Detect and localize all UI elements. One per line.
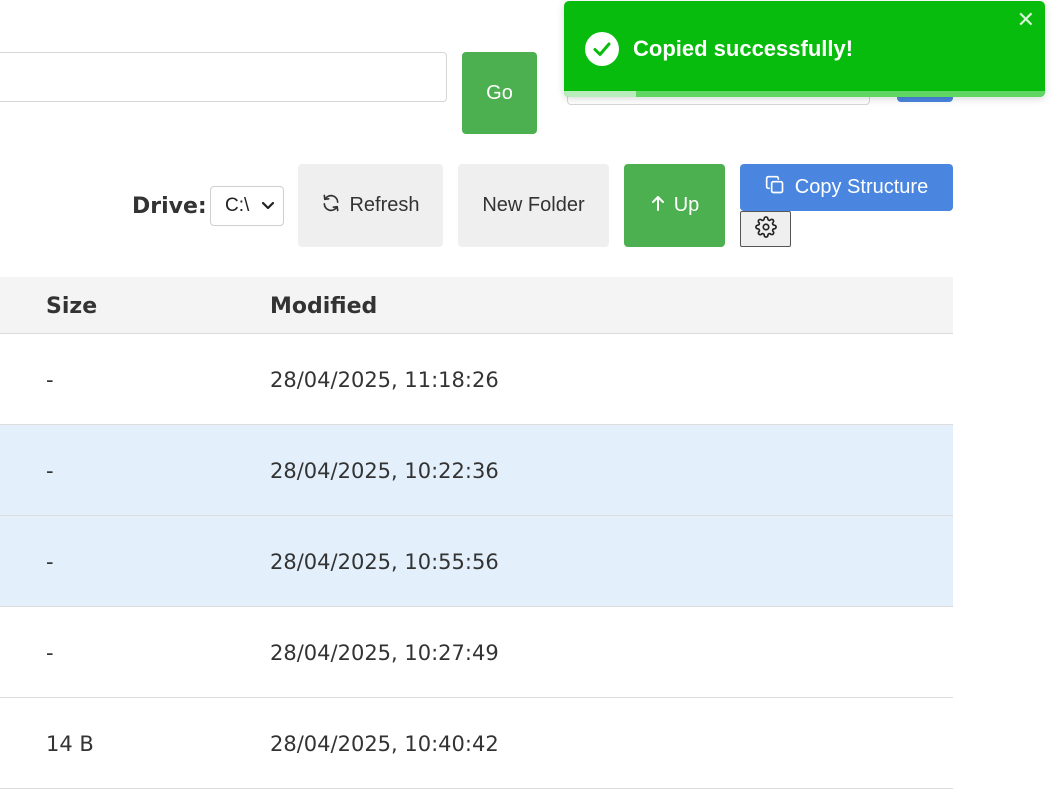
table-header: Size Modified [0,277,953,334]
copy-icon [765,175,785,201]
path-input[interactable] [0,52,447,102]
new-folder-button[interactable]: New Folder [458,164,609,247]
toast-progress-bar [564,91,1045,97]
new-folder-label: New Folder [482,194,585,216]
cell-modified: 28/04/2025, 11:18:26 [270,368,499,392]
table-row[interactable]: - 28/04/2025, 10:27:49 [0,607,953,698]
settings-button[interactable] [740,211,791,247]
cell-size: - [46,550,54,574]
drive-select-value: C:\ [225,195,250,216]
cell-modified: 28/04/2025, 10:55:56 [270,550,499,574]
go-button[interactable]: Go [462,52,537,134]
success-toast: Copied successfully! ✕ [564,1,1045,97]
refresh-label: Refresh [349,194,420,216]
cell-size: 14 B [46,732,94,756]
cell-modified: 28/04/2025, 10:27:49 [270,641,499,665]
close-icon[interactable]: ✕ [1017,9,1035,33]
cell-size: - [46,368,54,392]
column-header-size[interactable]: Size [46,294,97,319]
up-label: Up [673,194,700,216]
refresh-button[interactable]: Refresh [298,164,443,247]
refresh-icon [321,193,341,219]
table-row[interactable]: 14 B 28/04/2025, 10:40:42 [0,698,953,789]
cell-size: - [46,459,54,483]
file-table: Size Modified - 28/04/2025, 11:18:26 - 28/0… [0,277,953,789]
check-circle-icon [585,32,619,66]
table-row[interactable]: - 28/04/2025, 11:18:26 [0,334,953,425]
up-button[interactable]: Up [624,164,725,247]
cell-size: - [46,641,54,665]
table-row[interactable]: - 28/04/2025, 10:55:56 [0,516,953,607]
copy-structure-label: Copy Structure [794,176,929,198]
toast-message: Copied successfully! [633,36,854,61]
column-header-modified[interactable]: Modified [270,294,377,319]
file-browser: Go Drive: C:\ Refresh New Folder Up Copy… [0,0,1062,794]
drive-select[interactable]: C:\ [210,186,284,226]
chevron-down-icon [261,195,275,217]
copy-structure-button[interactable]: Copy Structure [740,164,953,211]
table-row[interactable]: - 28/04/2025, 10:22:36 [0,425,953,516]
cell-modified: 28/04/2025, 10:22:36 [270,459,499,483]
arrow-up-icon [650,194,666,218]
drive-label: Drive: [132,194,207,219]
table-body: - 28/04/2025, 11:18:26 - 28/04/2025, 10:22:… [0,334,953,789]
cell-modified: 28/04/2025, 10:40:42 [270,732,499,756]
toast-progress-fill [564,91,637,97]
gear-icon [754,216,777,242]
